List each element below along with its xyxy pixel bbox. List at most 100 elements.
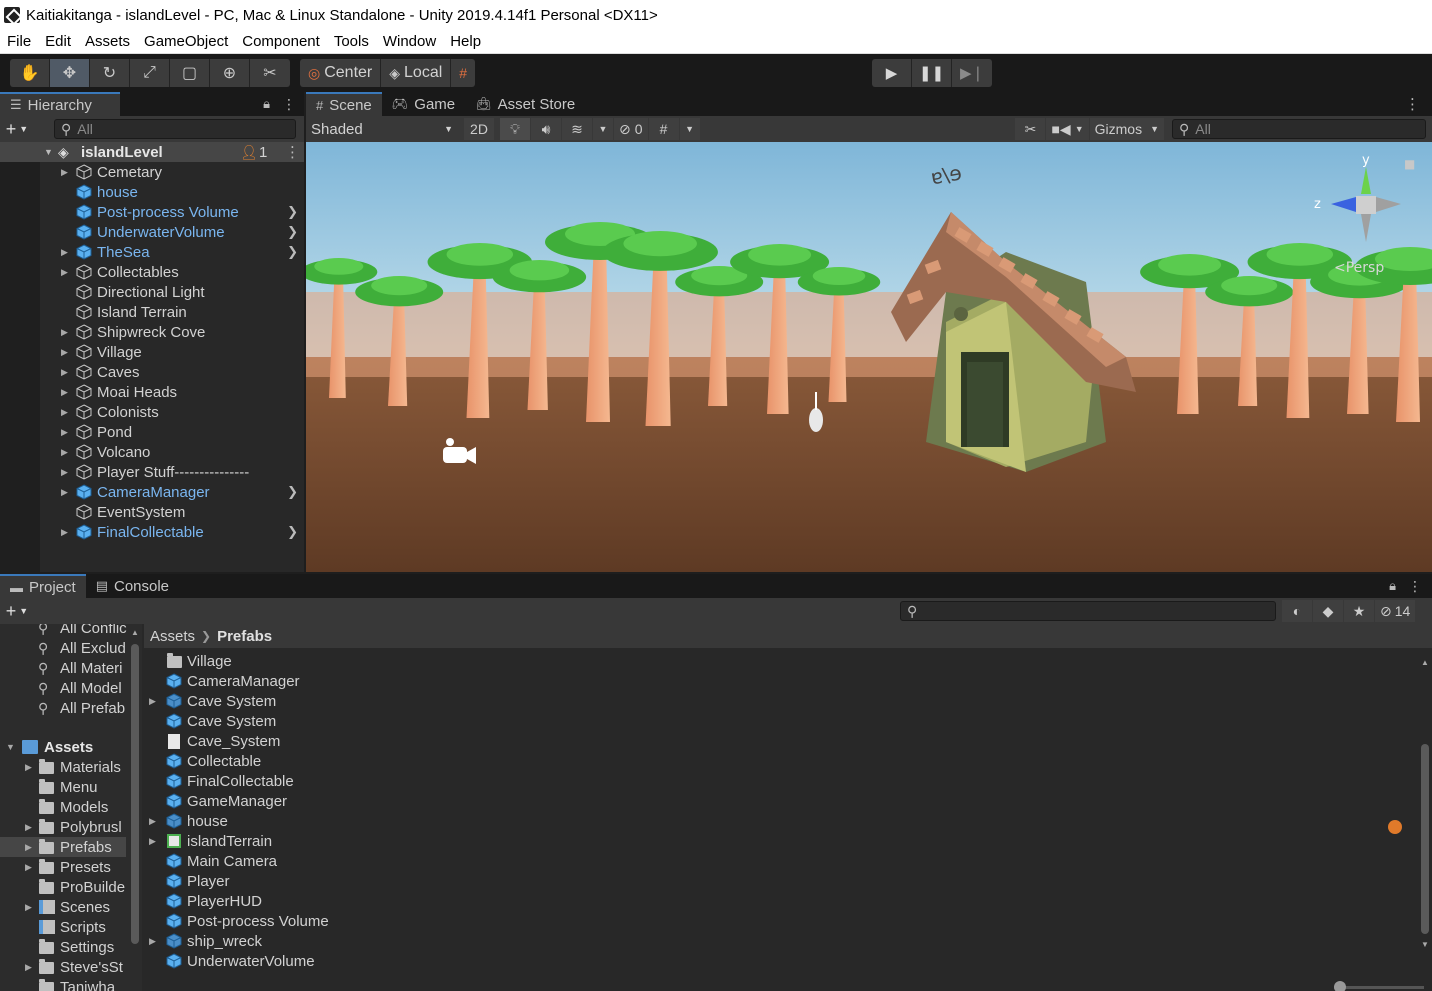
asset-file-item[interactable]: ▶ house [144, 811, 1414, 831]
mode-2d-toggle[interactable]: 2D [464, 118, 494, 140]
chevron-down-icon[interactable]: ▼ [6, 742, 15, 752]
scene-kebab-icon[interactable]: ⋮ [1405, 95, 1420, 113]
asset-file-item[interactable]: Post-process Volume [144, 911, 1414, 931]
zoom-slider-handle[interactable] [1334, 981, 1346, 991]
asset-file-item[interactable]: FinalCollectable [144, 771, 1414, 791]
menu-assets[interactable]: Assets [78, 33, 137, 50]
scrollbar-thumb[interactable] [131, 644, 139, 944]
hierarchy-item[interactable]: ▶ Colonists [0, 402, 304, 422]
chevron-right-icon[interactable]: ▶ [149, 836, 156, 847]
effects-dropdown[interactable]: ▼ [593, 118, 613, 140]
hierarchy-search-input[interactable]: ⚲ All [54, 119, 296, 139]
chevron-right-icon[interactable]: ▶ [25, 822, 32, 833]
step-button[interactable]: ▶❘ [952, 59, 992, 87]
hierarchy-item[interactable]: Island Terrain [0, 302, 304, 322]
hidden-packages-toggle[interactable]: ⊘ 14 [1375, 600, 1416, 622]
chevron-right-icon[interactable]: ▶ [25, 842, 32, 853]
asset-folder-item[interactable]: Menu [0, 777, 142, 797]
asset-folder-item[interactable]: ▶ Scenes [0, 897, 142, 917]
chevron-right-icon[interactable]: ▶ [25, 762, 32, 773]
search-by-label-button[interactable]: ◆ [1313, 600, 1343, 622]
grid-toggle[interactable]: # [648, 118, 679, 140]
chevron-right-icon[interactable]: ▶ [149, 696, 156, 707]
asset-folder-item[interactable]: ▶ Presets [0, 857, 142, 877]
asset-file-item[interactable]: GameManager [144, 791, 1414, 811]
grid-dropdown[interactable]: ▼ [679, 118, 700, 140]
pivot-local-button[interactable]: ◈ Local [381, 59, 452, 87]
asset-folder-item[interactable]: ▶ Materials [0, 757, 142, 777]
folder-tree-scrollbar[interactable]: ▲ [128, 624, 142, 991]
favorite-search-item[interactable]: ⚲ All Materi [0, 658, 142, 678]
lighting-toggle[interactable]: 💡︎ [500, 118, 530, 140]
hidden-objects-toggle[interactable]: ⊘ 0 [614, 118, 648, 140]
chevron-right-icon[interactable]: ▶ [61, 247, 68, 258]
hierarchy-item[interactable]: ▶ FinalCollectable ❯ [0, 522, 304, 542]
pause-button[interactable]: ❚❚ [912, 59, 952, 87]
asset-folder-item[interactable]: Taniwha [0, 977, 142, 991]
hierarchy-item[interactable]: ▶ Village [0, 342, 304, 362]
chevron-right-icon[interactable]: ❯ [287, 524, 298, 540]
asset-file-item[interactable]: PlayerHUD [144, 891, 1414, 911]
menu-tools[interactable]: Tools [327, 33, 376, 50]
menu-component[interactable]: Component [235, 33, 327, 50]
asset-file-item[interactable]: Cave_System [144, 731, 1414, 751]
asset-file-item[interactable]: Player [144, 871, 1414, 891]
favorite-search-item[interactable]: ⚲ All Prefab [0, 698, 142, 718]
asset-folder-item[interactable]: ProBuilde [0, 877, 142, 897]
audio-toggle[interactable]: 🔊︎ [531, 118, 561, 140]
custom-tool-button[interactable]: ✂ [250, 59, 290, 87]
chevron-down-icon[interactable]: ▼ [44, 147, 53, 157]
hierarchy-item[interactable]: EventSystem [0, 502, 304, 522]
hierarchy-item[interactable]: ▶ Shipwreck Cove [0, 322, 304, 342]
breadcrumb-prefabs[interactable]: Prefabs [217, 628, 272, 645]
hierarchy-item[interactable]: ▶ Collectables [0, 262, 304, 282]
favorite-search-item[interactable]: ⚲ All Model [0, 678, 142, 698]
chevron-right-icon[interactable]: ▶ [25, 862, 32, 873]
asset-folder-item[interactable]: Settings [0, 937, 142, 957]
chevron-right-icon[interactable]: ❯ [287, 204, 298, 220]
kebab-menu-icon[interactable]: ⋮ [282, 96, 296, 113]
asset-file-item[interactable]: ▶ islandTerrain [144, 831, 1414, 851]
favorites-button[interactable]: ★ [1344, 600, 1374, 622]
scene-row[interactable]: ▼ ◈ islandLevel 👤︎ 1 ⋮ [0, 142, 304, 162]
asset-file-item[interactable]: ▶ Cave System [144, 691, 1414, 711]
asset-file-item[interactable]: Collectable [144, 751, 1414, 771]
chevron-right-icon[interactable]: ▶ [61, 407, 68, 418]
menu-window[interactable]: Window [376, 33, 443, 50]
chevron-right-icon[interactable]: ▶ [61, 267, 68, 278]
chevron-right-icon[interactable]: ▶ [61, 347, 68, 358]
play-button[interactable]: ▶ [872, 59, 912, 87]
move-tool-button[interactable]: ✥ [50, 59, 90, 87]
hierarchy-item[interactable]: ▶ Moai Heads [0, 382, 304, 402]
tab-game[interactable]: 🎮︎ Game [382, 92, 465, 116]
hierarchy-item[interactable]: ▶ CameraManager ❯ [0, 482, 304, 502]
chevron-right-icon[interactable]: ▶ [61, 427, 68, 438]
hierarchy-item[interactable]: ▶ Volcano [0, 442, 304, 462]
hierarchy-item[interactable]: Post-process Volume ❯ [0, 202, 304, 222]
scroll-up-icon[interactable]: ▲ [1421, 658, 1429, 667]
chevron-right-icon[interactable]: ▶ [25, 962, 32, 973]
gizmo-lock-icon[interactable]: ■ [1404, 157, 1415, 171]
chevron-right-icon[interactable]: ▶ [61, 527, 68, 538]
grid-snap-button[interactable]: # [451, 59, 476, 87]
scene-kebab-icon[interactable]: ⋮ [285, 143, 300, 161]
collab-user-icon[interactable] [1388, 820, 1402, 834]
breadcrumb-assets[interactable]: Assets [150, 628, 195, 645]
chevron-right-icon[interactable]: ▶ [61, 387, 68, 398]
asset-folder-item[interactable]: ▶ Prefabs [0, 837, 126, 857]
chevron-right-icon[interactable]: ▶ [61, 447, 68, 458]
tools-toggle[interactable]: ✂ [1015, 118, 1046, 140]
asset-file-item[interactable]: Cave System [144, 711, 1414, 731]
scale-tool-button[interactable]: ⤢ [130, 59, 170, 87]
chevron-right-icon[interactable]: ▶ [61, 467, 68, 478]
menu-edit[interactable]: Edit [38, 33, 78, 50]
tab-scene[interactable]: # Scene [306, 92, 382, 116]
pivot-center-button[interactable]: ◎ Center [300, 59, 382, 87]
lock-icon[interactable]: 🔒︎ [1389, 578, 1396, 594]
tab-console[interactable]: ▤ Console [86, 574, 179, 598]
hierarchy-item[interactable]: ▶ Player Stuff--------------- [0, 462, 304, 482]
scroll-down-icon[interactable]: ▼ [1421, 940, 1429, 949]
asset-file-item[interactable]: UnderwaterVolume [144, 951, 1414, 971]
tab-project[interactable]: ▬ Project [0, 574, 86, 598]
hand-tool-button[interactable]: ✋ [10, 59, 50, 87]
